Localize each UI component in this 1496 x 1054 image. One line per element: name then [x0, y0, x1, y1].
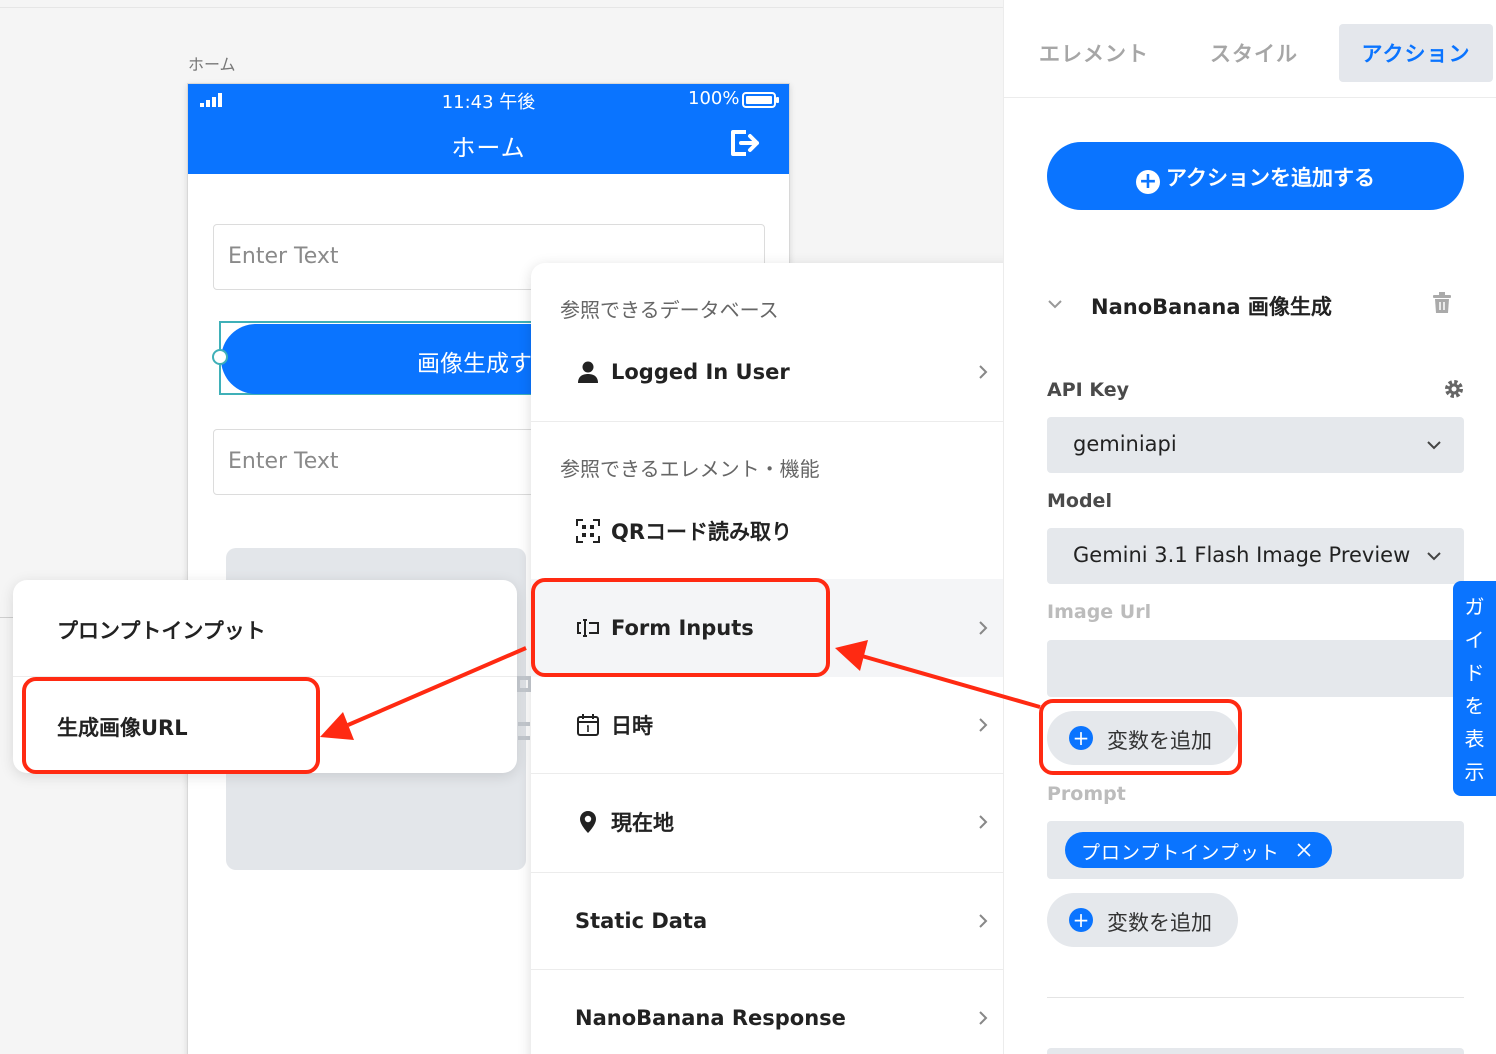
placeholder-decoration: [516, 676, 532, 740]
chevron-down-icon[interactable]: [1046, 295, 1064, 313]
add-variable-label: 変数を追加: [1107, 911, 1212, 935]
chevron-right-icon: [979, 914, 988, 928]
database-section-label: 参照できるデータベース: [560, 298, 779, 322]
element-section-label: 参照できるエレメント・機能: [560, 457, 820, 481]
divider: [1047, 997, 1464, 998]
chevron-right-icon: [979, 815, 988, 829]
tab-action[interactable]: アクション: [1339, 24, 1493, 82]
phone-title: ホーム: [451, 134, 526, 162]
chevron-down-icon: [1427, 552, 1441, 561]
gear-icon[interactable]: [1443, 378, 1465, 400]
menu-item-logged-in-user[interactable]: Logged In User: [531, 324, 1035, 420]
menu-item-label: QRコード読み取り: [611, 520, 793, 544]
chevron-right-icon: [979, 718, 988, 732]
plus-icon: +: [1069, 908, 1093, 932]
action-title: NanoBanana 画像生成: [1091, 295, 1332, 319]
tab-style[interactable]: スタイル: [1194, 24, 1314, 82]
submenu-item-prompt-input[interactable]: プロンプトインプット: [57, 615, 266, 645]
model-label: Model: [1047, 490, 1112, 512]
chevron-down-icon: [1427, 441, 1441, 450]
menu-item-datetime[interactable]: 日時: [531, 677, 1035, 773]
variable-chip-label: プロンプトインプット: [1081, 842, 1280, 864]
api-key-label: API Key: [1047, 379, 1129, 401]
model-value: Gemini 3.1 Flash Image Preview: [1073, 543, 1411, 567]
battery-percent: 100%: [688, 88, 740, 109]
image-url-field[interactable]: [1047, 640, 1464, 697]
phone-header: 11:43 午後 100% ホーム: [188, 84, 789, 174]
highlight-generated-image-url: [22, 677, 320, 774]
add-variable-button-2[interactable]: + 変数を追加: [1047, 893, 1238, 947]
chevron-right-icon: [979, 365, 988, 379]
divider: [1004, 97, 1496, 98]
add-action-button[interactable]: + アクションを追加する: [1047, 142, 1464, 210]
highlight-add-variable: [1039, 699, 1242, 775]
plus-icon: +: [1136, 170, 1161, 194]
calendar-icon: [577, 714, 599, 736]
trash-icon[interactable]: [1432, 292, 1452, 314]
properties-panel: エレメント スタイル アクション + アクションを追加する NanoBanana …: [1003, 0, 1496, 1054]
close-icon[interactable]: [1296, 842, 1312, 858]
screen-label: ホーム: [188, 55, 236, 74]
menu-item-label: Logged In User: [611, 360, 790, 384]
canvas-top-border: [0, 7, 1003, 8]
show-guide-tab[interactable]: ガイドを表示: [1453, 581, 1496, 796]
prompt-field[interactable]: プロンプトインプット: [1047, 821, 1464, 879]
api-key-value: geminiapi: [1073, 432, 1177, 456]
api-key-select[interactable]: geminiapi: [1047, 417, 1464, 473]
highlight-form-inputs: [531, 578, 830, 677]
prompt-label: Prompt: [1047, 783, 1126, 805]
menu-item-nanobanana-response[interactable]: NanoBanana Response: [531, 970, 1035, 1054]
guide-tab-label: ガイドを表示: [1464, 595, 1485, 784]
menu-item-location[interactable]: 現在地: [531, 774, 1035, 870]
add-action-label: アクションを追加する: [1166, 166, 1375, 190]
menu-item-label: 現在地: [611, 811, 674, 835]
user-icon: [578, 361, 598, 383]
battery-icon: [742, 92, 779, 108]
model-select[interactable]: Gemini 3.1 Flash Image Preview: [1047, 528, 1464, 584]
menu-item-label: NanoBanana Response: [575, 1006, 846, 1030]
variable-chip[interactable]: プロンプトインプット: [1065, 832, 1332, 868]
image-url-label: Image Url: [1047, 601, 1152, 623]
qr-scan-icon: [576, 519, 600, 543]
menu-item-label: Static Data: [575, 909, 708, 933]
chevron-right-icon: [979, 1011, 988, 1025]
divider: [531, 421, 1035, 422]
logout-icon[interactable]: [727, 126, 761, 160]
menu-item-static-data[interactable]: Static Data: [531, 873, 1035, 969]
chevron-right-icon: [979, 621, 988, 635]
menu-item-label: 日時: [611, 714, 653, 738]
next-field[interactable]: [1047, 1048, 1464, 1054]
location-pin-icon: [580, 811, 596, 833]
menu-item-qr-reader[interactable]: QRコード読み取り: [531, 483, 1035, 579]
selection-handle[interactable]: [212, 349, 228, 365]
tab-element[interactable]: エレメント: [1024, 24, 1164, 82]
